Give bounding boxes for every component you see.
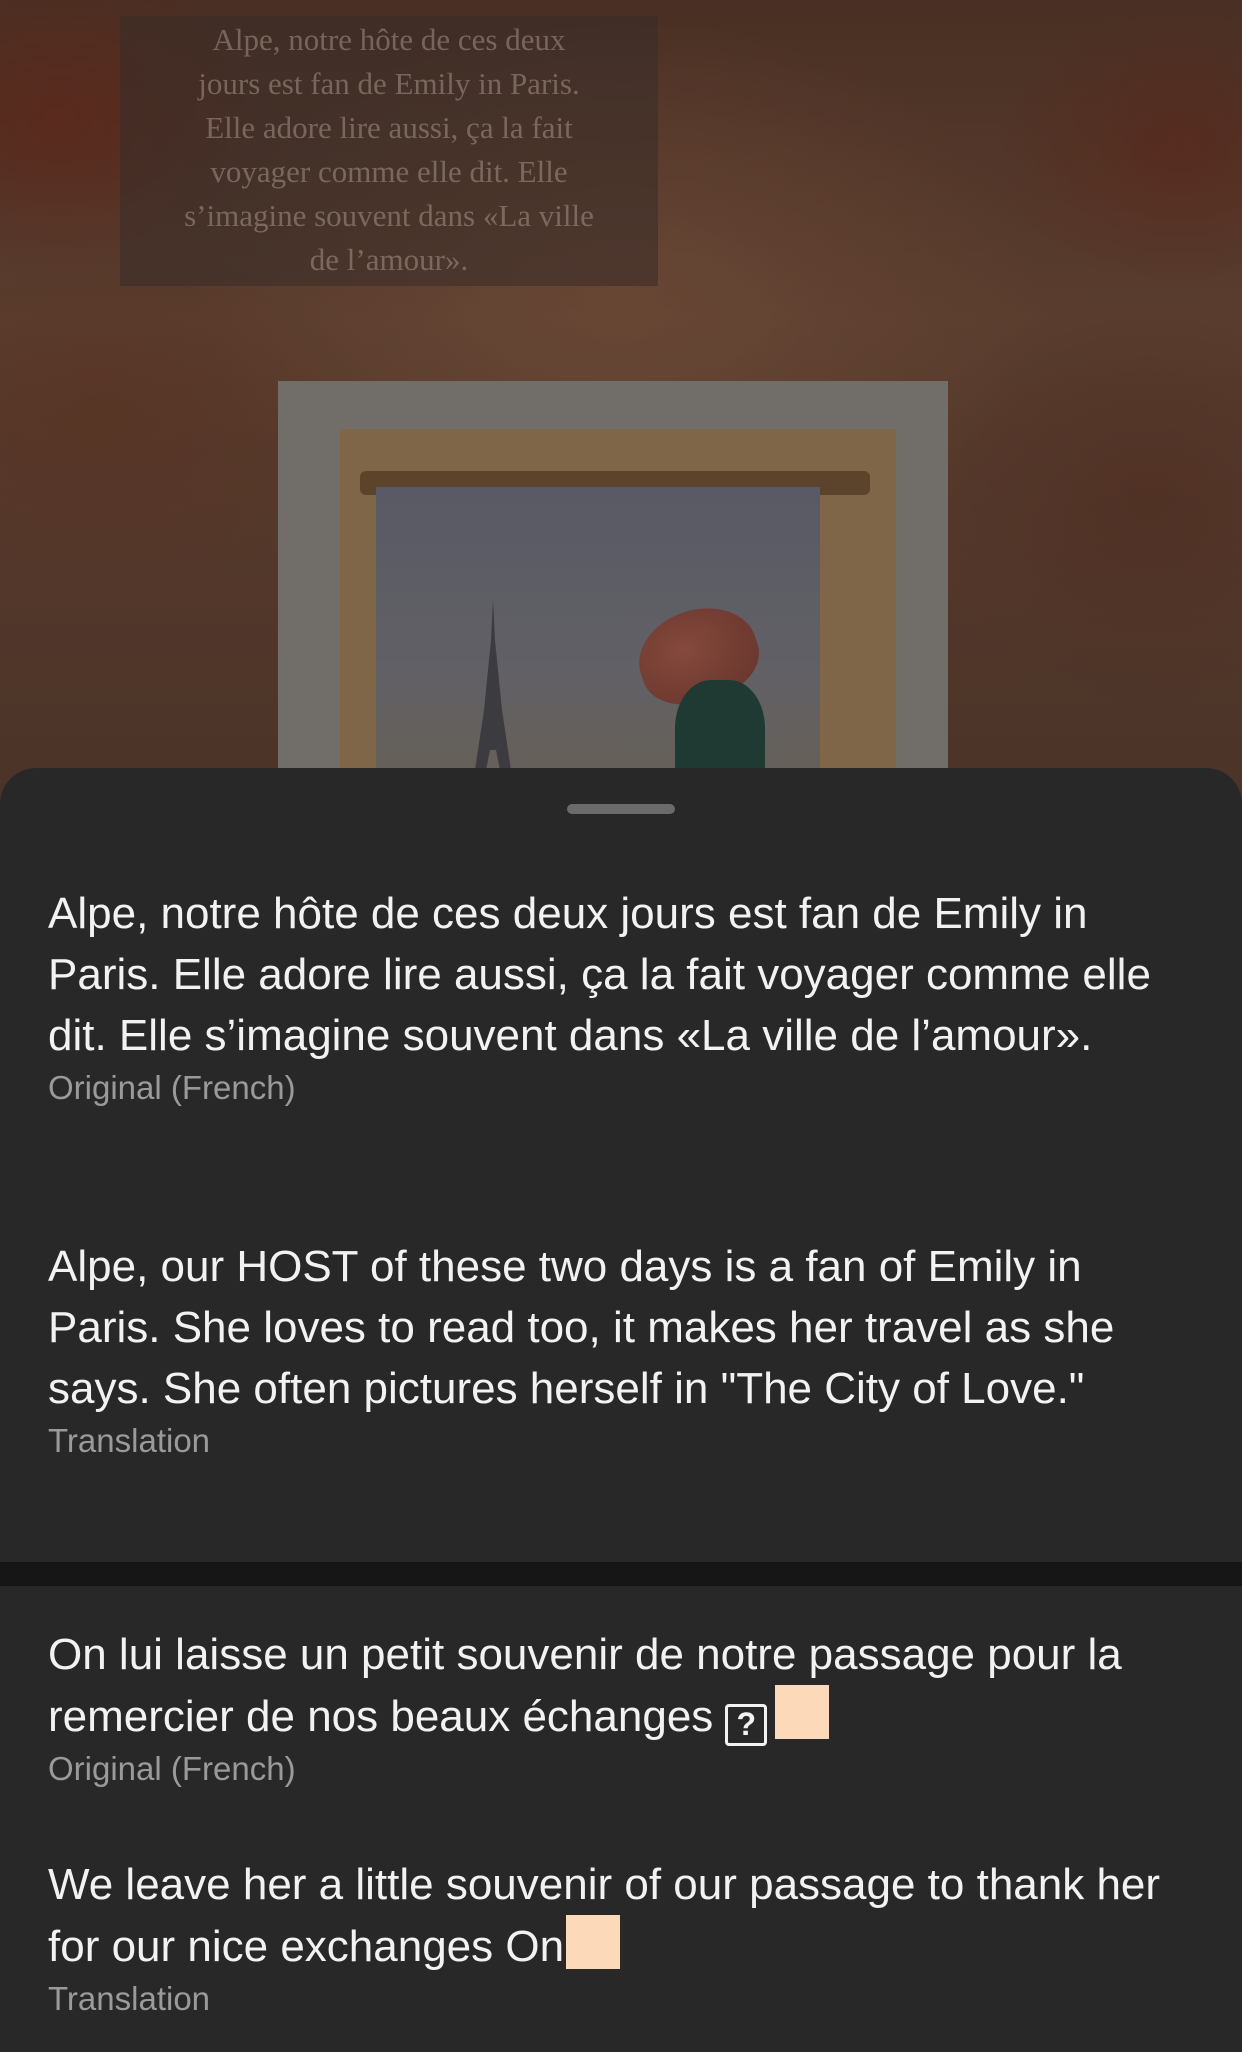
original-label-2: Original (French) [48, 1750, 296, 1787]
translation-label-1: Translation [48, 1422, 211, 1459]
emoji-skin-tone-icon [775, 1685, 830, 1739]
background-dim-overlay [0, 0, 1242, 800]
original-text-1: Alpe, notre hôte de ces deux jours est f… [48, 889, 1151, 1060]
translation-block-1: Alpe, our HOST of these two days is a fa… [48, 1236, 1198, 1461]
translation-sheet[interactable]: Alpe, notre hôte de ces deux jours est f… [0, 768, 1242, 2052]
translation-text-2-container: We leave her a little souvenir of our pa… [48, 1854, 1198, 1977]
unknown-glyph-icon: ? [725, 1704, 768, 1746]
original-block-1: Alpe, notre hôte de ces deux jours est f… [48, 883, 1198, 1108]
translation-block-2: We leave her a little souvenir of our pa… [48, 1854, 1198, 2019]
original-block-2: On lui laisse un petit souvenir de notre… [48, 1624, 1198, 1789]
original-label-1: Original (French) [48, 1069, 296, 1106]
sheet-grabber[interactable] [567, 804, 675, 814]
section-divider [0, 1562, 1242, 1586]
translation-text-1: Alpe, our HOST of these two days is a fa… [48, 1242, 1115, 1413]
original-text-2-container: On lui laisse un petit souvenir de notre… [48, 1624, 1198, 1747]
original-text-2: On lui laisse un petit souvenir de notre… [48, 1630, 1122, 1741]
emoji-skin-tone-icon [566, 1915, 621, 1969]
translation-label-2: Translation [48, 1980, 211, 2017]
